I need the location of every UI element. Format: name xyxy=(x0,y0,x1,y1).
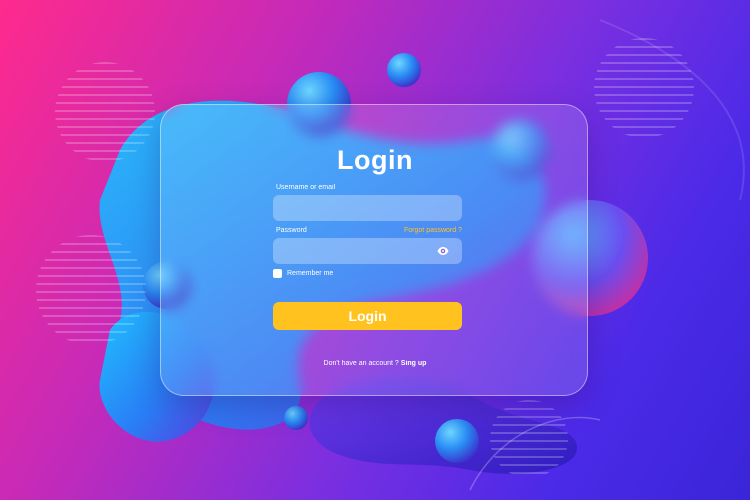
username-input[interactable] xyxy=(273,195,462,221)
signup-link[interactable]: Sing up xyxy=(401,360,427,367)
signup-prompt-text: Don't have an account ? xyxy=(323,360,401,367)
stripes-decoration xyxy=(594,38,694,138)
login-button[interactable]: Login xyxy=(273,302,462,330)
username-label: Username or email xyxy=(276,184,336,191)
stripes-decoration xyxy=(36,235,146,345)
signup-prompt: Don't have an account ? Sing up xyxy=(0,360,750,367)
stripes-decoration xyxy=(490,400,568,478)
login-title: Login xyxy=(337,145,413,175)
remember-me-label: Remember me xyxy=(287,270,334,277)
eye-icon[interactable] xyxy=(437,245,449,257)
password-input[interactable] xyxy=(273,238,462,264)
sphere xyxy=(435,419,479,463)
forgot-password-link[interactable]: Forgot password ? xyxy=(404,227,462,234)
sphere xyxy=(387,53,421,87)
sphere xyxy=(284,406,308,430)
remember-me-checkbox[interactable] xyxy=(273,269,282,278)
password-label: Password xyxy=(276,227,307,234)
